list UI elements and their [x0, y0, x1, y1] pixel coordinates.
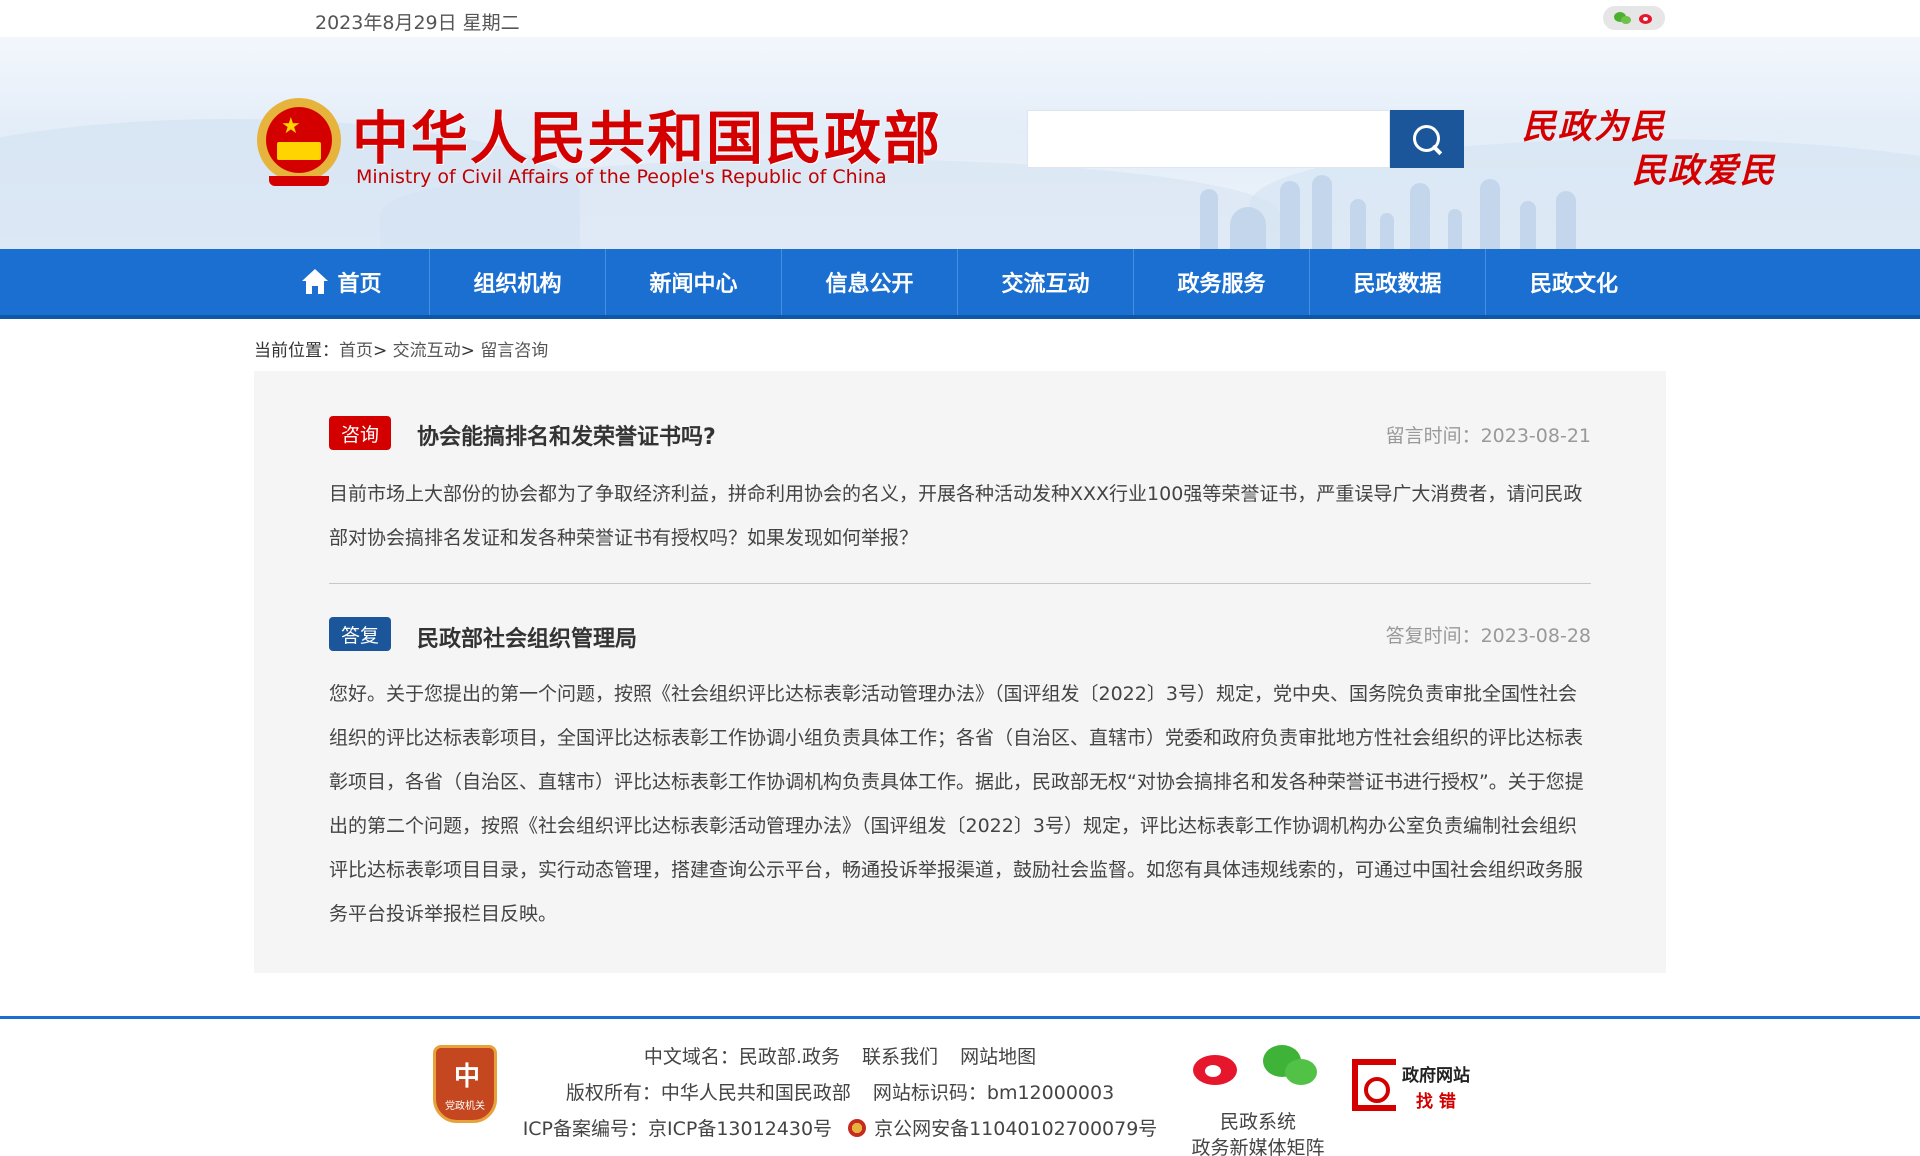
nav-item-data[interactable]: 民政数据 [1310, 249, 1486, 315]
nav-item-interaction[interactable]: 交流互动 [958, 249, 1134, 315]
nav-item-news[interactable]: 新闻中心 [606, 249, 782, 315]
answer-title: 民政部社会组织管理局 [417, 627, 638, 652]
jiucuo-link[interactable]: 政府网站 找 错 [1352, 1055, 1482, 1115]
weibo-icon[interactable] [1638, 11, 1654, 25]
answer-time: 答复时间：2023-08-28 [1385, 625, 1591, 647]
footer-police-link[interactable]: 京公网安备11040102700079号 [874, 1118, 1157, 1140]
footer-site-code: 网站标识码：bm12000003 [872, 1082, 1115, 1104]
jiucuo-icon [1352, 1059, 1396, 1111]
wechat-icon [1263, 1043, 1323, 1087]
weibo-icon [1193, 1043, 1243, 1085]
answer-tag: 答复 [329, 617, 391, 651]
question-tag: 咨询 [329, 416, 391, 450]
footer-sitemap-link[interactable]: 网站地图 [960, 1046, 1036, 1068]
answer-body: 您好。关于您提出的第一个问题，按照《社会组织评比达标表彰活动管理办法》（国评组发… [329, 683, 1584, 925]
footer-icp-link[interactable]: ICP备案编号：京ICP备13012430号 [523, 1118, 832, 1140]
media-label-2: 政务新媒体矩阵 [1191, 1137, 1325, 1156]
question-time: 留言时间：2023-08-21 [1385, 425, 1591, 447]
site-footer: 党政机关 中文域名：民政部.政务 联系我们 网站地图 版权所有：中华人民共和国民… [0, 1016, 1920, 1156]
nav-item-public-info[interactable]: 信息公开 [782, 249, 958, 315]
party-badge-label: 党政机关 [445, 1101, 485, 1112]
main-nav: 首页 组织机构 新闻中心 信息公开 交流互动 政务服务 民政数据 民政文化 [0, 249, 1920, 319]
search-input[interactable] [1027, 110, 1390, 168]
question-title: 协会能搞排名和发荣誉证书吗? [417, 425, 716, 450]
breadcrumb-separator: > [460, 341, 475, 361]
site-header: ★ 中华人民共和国民政部 Ministry of Civil Affairs o… [0, 37, 1920, 249]
slogan-line-1: 民政为民 [1522, 107, 1666, 147]
social-links [1603, 6, 1665, 30]
nav-item-services[interactable]: 政务服务 [1134, 249, 1310, 315]
home-icon [301, 269, 329, 295]
nav-item-organization[interactable]: 组织机构 [430, 249, 606, 315]
breadcrumb-current[interactable]: 留言咨询 [480, 341, 548, 361]
question-body: 目前市场上大部份的协会都为了争取经济利益，拼命利用协会的名义，开展各种活动发种X… [329, 483, 1583, 549]
slogan-line-2: 民政爱民 [1632, 151, 1776, 191]
media-matrix-link[interactable]: 民政系统 政务新媒体矩阵 [1183, 1035, 1333, 1156]
police-icon [848, 1119, 867, 1137]
wechat-icon[interactable] [1614, 11, 1632, 25]
breadcrumb: 当前位置：首页> 交流互动> 留言咨询 [254, 336, 548, 361]
breadcrumb-separator: > [373, 341, 388, 361]
breadcrumb-prefix: 当前位置： [254, 341, 339, 361]
message-panel: 咨询 协会能搞排名和发荣誉证书吗? 留言时间：2023-08-21 目前市场上大… [254, 371, 1666, 973]
footer-contact-link[interactable]: 联系我们 [862, 1046, 938, 1068]
nav-item-label: 首页 [337, 272, 382, 297]
breadcrumb-interaction[interactable]: 交流互动 [393, 341, 461, 361]
media-label-1: 民政系统 [1219, 1111, 1296, 1133]
divider [329, 583, 1591, 584]
nav-item-culture[interactable]: 民政文化 [1486, 249, 1662, 315]
party-badge-icon[interactable]: 党政机关 [433, 1045, 497, 1123]
national-emblem-icon[interactable]: ★ [255, 94, 343, 190]
search-button[interactable] [1390, 110, 1464, 168]
footer-info: 中文域名：民政部.政务 联系我们 网站地图 版权所有：中华人民共和国民政部 网站… [500, 1039, 1180, 1147]
jiucuo-label-2: 找 错 [1416, 1092, 1456, 1112]
people-silhouette-decoration [1190, 175, 1610, 249]
site-subtitle: Ministry of Civil Affairs of the People'… [356, 166, 887, 188]
jiucuo-label-1: 政府网站 [1402, 1066, 1470, 1086]
search-icon [1410, 122, 1444, 156]
site-title[interactable]: 中华人民共和国民政部 [352, 93, 942, 175]
footer-copyright: 版权所有：中华人民共和国民政部 [565, 1082, 851, 1104]
top-bar: 2023年8月29日 星期二 [0, 0, 1920, 37]
nav-item-home[interactable]: 首页 [254, 249, 430, 315]
footer-domain: 中文域名：民政部.政务 [643, 1046, 840, 1068]
breadcrumb-home[interactable]: 首页 [339, 341, 373, 361]
current-date: 2023年8月29日 星期二 [315, 12, 520, 34]
